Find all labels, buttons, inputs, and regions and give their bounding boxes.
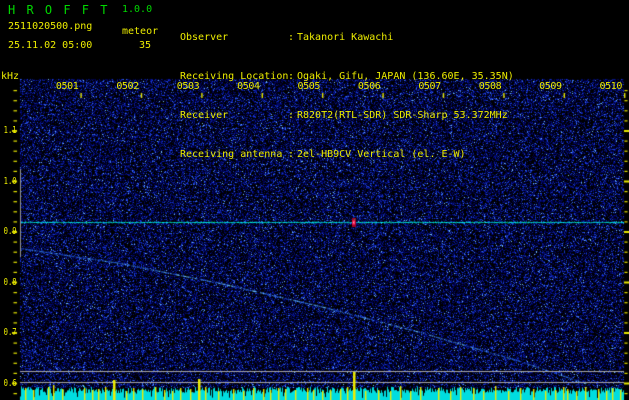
y-tick-label: 0.7 <box>3 327 17 338</box>
capture-datetime: 25.11.02 05:00 <box>8 40 93 51</box>
y-axis-unit-label: kHz <box>1 71 20 82</box>
x-tick-label: 0501 <box>55 81 79 92</box>
capture-filename: 2511020500.png <box>8 21 93 32</box>
app-title: H R O F F T <box>8 3 110 17</box>
y-tick-label: 1.0 <box>3 175 17 187</box>
x-tick-label: 0506 <box>357 81 381 92</box>
x-tick-label: 0502 <box>116 81 139 92</box>
x-tick-label: 0505 <box>297 81 321 92</box>
x-tick-label: 0508 <box>478 81 502 92</box>
observation-mode-label: meteor <box>122 26 159 37</box>
hrofft-screen: H R O F F T 1.0.0 2511020500.png meteor … <box>0 0 629 400</box>
x-tick-label: 0503 <box>176 81 200 92</box>
y-tick-label: 0.9 <box>3 226 17 237</box>
x-tick-label: 0509 <box>539 81 562 92</box>
info-colon: : <box>288 32 295 43</box>
info-row-observer: Observer: Takanori Kawachi <box>180 31 514 44</box>
y-tick-label: 0.8 <box>3 276 17 288</box>
info-value: R820T2(RTL-SDR) SDR-Sharp 53.372MHz <box>297 110 508 121</box>
info-label: Observer <box>180 32 229 43</box>
station-info-block: Observer: Takanori Kawachi Receiving Loca… <box>180 5 514 187</box>
info-row-antenna: Receiving antenna:2el-HB9CV Vertical (el… <box>180 148 514 161</box>
y-tick-label: 0.6 <box>3 377 17 389</box>
info-value: Takanori Kawachi <box>297 32 394 43</box>
info-value: 2el-HB9CV Vertical (el. E-W) <box>297 149 466 160</box>
info-row-location: Receiving Location: Ogaki, Gifu, JAPAN (1… <box>180 70 514 83</box>
info-row-receiver: Receiver: R820T2(RTL-SDR) SDR-Sharp 53.37… <box>180 109 514 122</box>
app-version: 1.0.0 <box>122 4 153 15</box>
info-label: Receiving antenna <box>180 149 283 160</box>
y-tick-label: 1.1 <box>3 125 17 136</box>
x-tick-label: 0504 <box>237 81 260 92</box>
info-colon: : <box>288 110 295 121</box>
x-tick-label: 0507 <box>418 81 441 92</box>
echo-count: 35 <box>139 40 152 51</box>
x-tick-label: 0510 <box>599 81 623 92</box>
info-colon: : <box>288 149 295 160</box>
info-label: Receiver <box>180 110 229 121</box>
